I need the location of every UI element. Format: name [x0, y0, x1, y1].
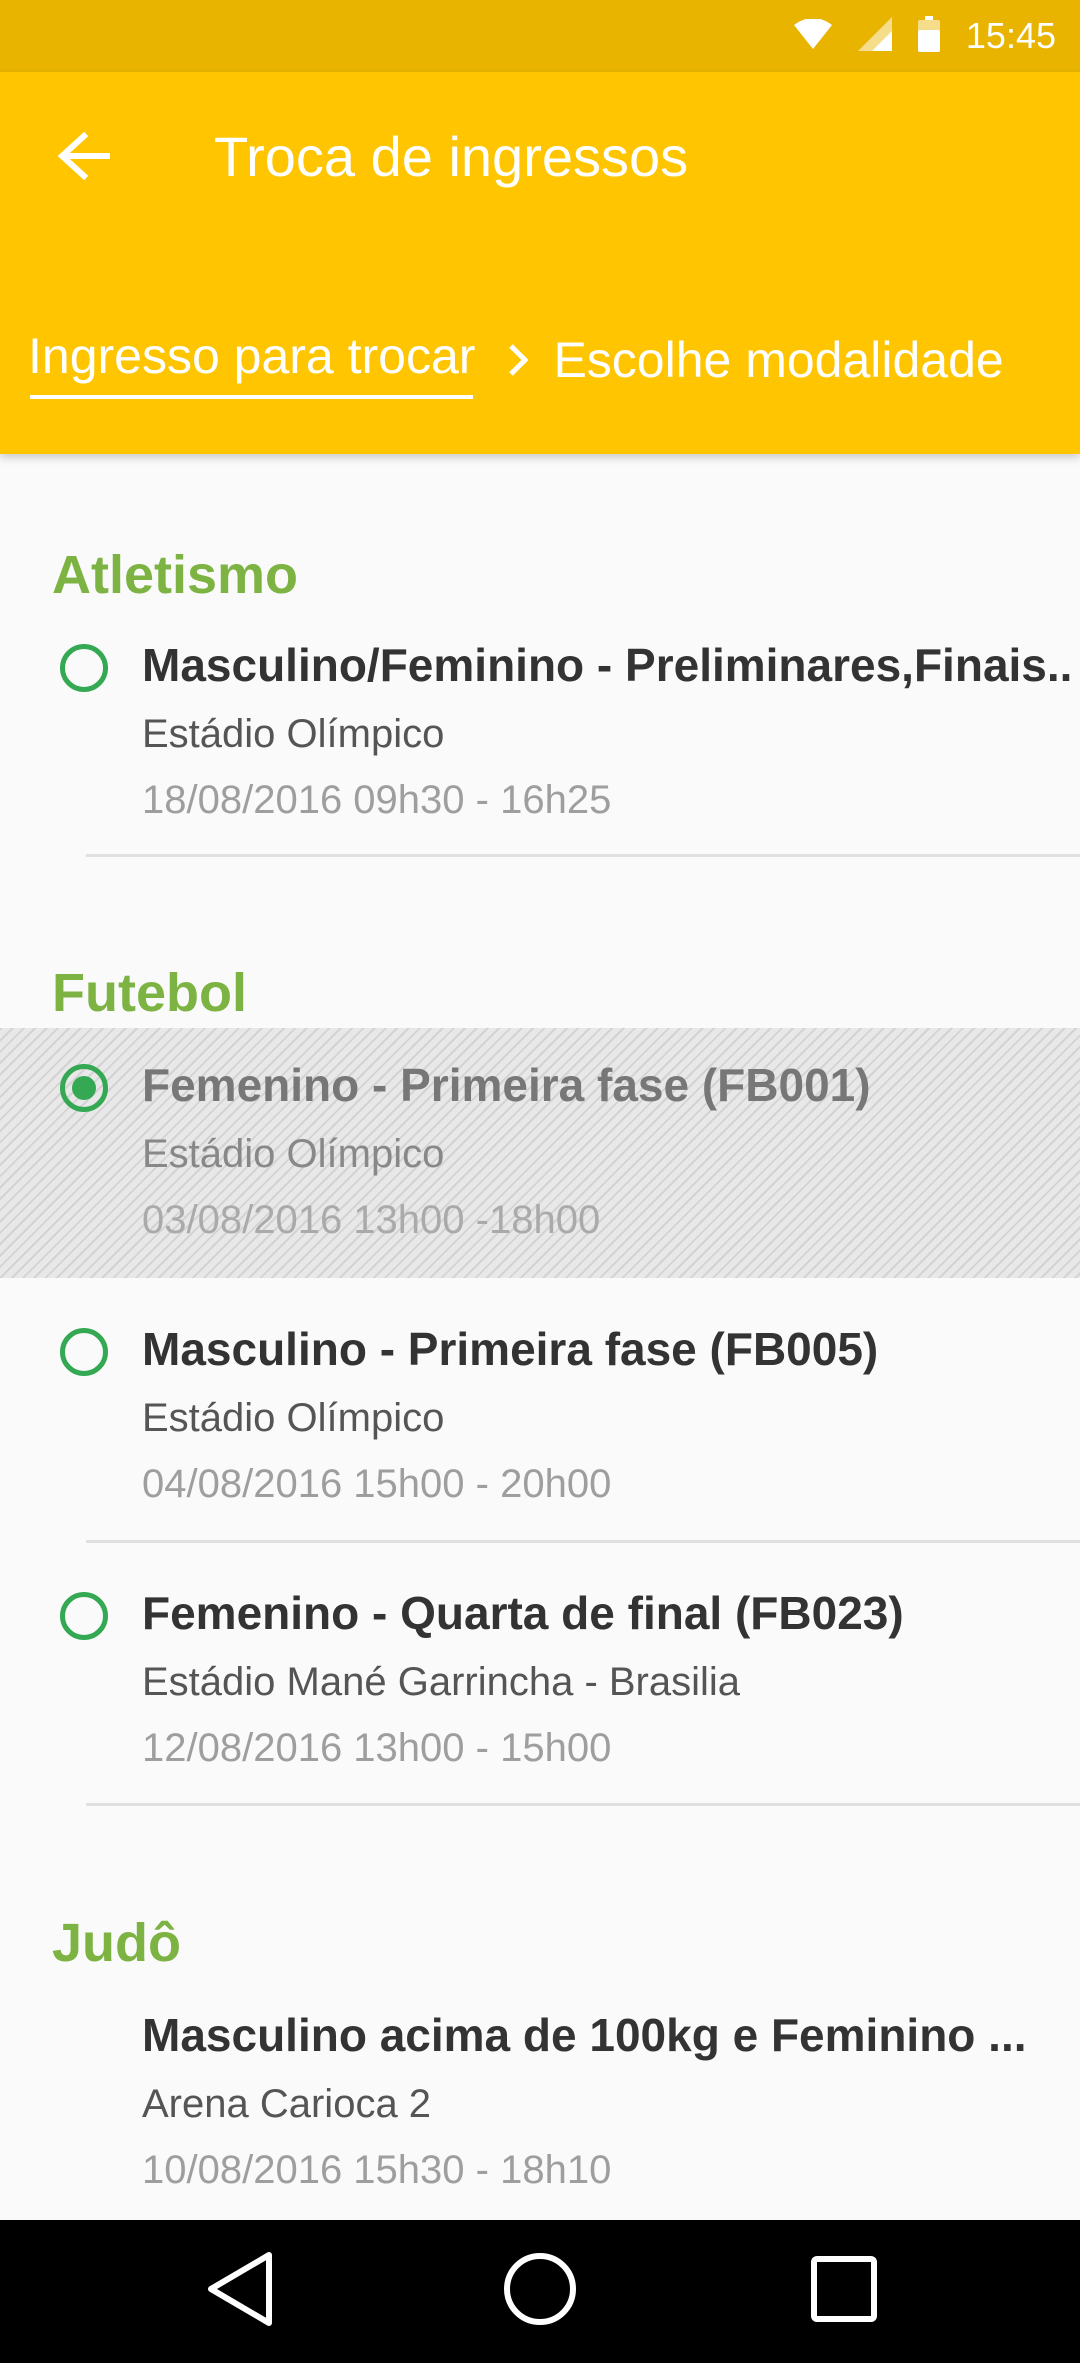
nav-recents-icon: [811, 2256, 877, 2327]
status-time: 15:45: [965, 15, 1056, 56]
step-escolhe-modalidade[interactable]: Escolhe modalidade: [553, 331, 1003, 389]
nav-recents-button[interactable]: [764, 2220, 924, 2363]
event-title: Masculino - Primeira fase (FB005): [142, 1323, 879, 1375]
nav-home-button[interactable]: [460, 2220, 620, 2363]
divider: [86, 1540, 1080, 1543]
event-item[interactable]: Masculino - Primeira fase (FB005) Estádi…: [0, 1304, 1080, 1554]
event-list: Atletismo Masculino/Feminino - Prelimina…: [0, 454, 1080, 2220]
radio-button[interactable]: [60, 1328, 108, 1376]
divider: [86, 854, 1080, 857]
event-venue: Estádio Mané Garrincha - Brasilia: [142, 1660, 741, 1704]
chevron-right-icon: [507, 342, 529, 378]
section-title-atletismo: Atletismo: [52, 545, 299, 605]
navigation-bar: [0, 2220, 1080, 2363]
event-item[interactable]: Femenino - Quarta de final (FB023) Estád…: [0, 1568, 1080, 1818]
nav-back-icon: [205, 2251, 275, 2332]
event-date: 12/08/2016 13h00 - 15h00: [142, 1726, 612, 1770]
wifi-icon: [793, 17, 832, 54]
step-ingresso-para-trocar[interactable]: Ingresso para trocar: [28, 327, 475, 399]
event-venue: Arena Carioca 2: [142, 2082, 432, 2126]
stepper: Ingresso para trocar Escolhe modalidade: [28, 320, 1004, 400]
event-item-selected[interactable]: Femenino - Primeira fase (FB001) Estádio…: [0, 1028, 1080, 1278]
event-date: 04/08/2016 15h00 - 20h00: [142, 1462, 612, 1506]
event-date: 10/08/2016 15h30 - 18h10: [142, 2148, 612, 2192]
page-title: Troca de ingressos: [214, 125, 689, 188]
back-arrow-icon: [57, 131, 111, 185]
nav-back-button[interactable]: [160, 2220, 320, 2363]
battery-icon: [917, 15, 940, 57]
event-item[interactable]: Masculino/Feminino - Preliminares,Finais…: [0, 620, 1080, 870]
radio-button[interactable]: [60, 644, 108, 692]
radio-dot: [72, 1076, 96, 1100]
section-title-judo: Judô: [52, 1913, 181, 1973]
radio-button[interactable]: [60, 1592, 108, 1640]
status-bar: 15:45: [0, 0, 1080, 72]
section-title-futebol: Futebol: [52, 963, 247, 1023]
nav-home-icon: [502, 2251, 578, 2332]
event-title: Femenino - Quarta de final (FB023): [142, 1587, 904, 1639]
radio-button-selected[interactable]: [60, 1064, 108, 1112]
divider: [86, 1803, 1080, 1806]
event-date: 03/08/2016 13h00 -18h00: [142, 1198, 601, 1242]
event-title: Masculino/Feminino - Preliminares,Finais…: [142, 639, 1072, 691]
event-date: 18/08/2016 09h30 - 16h25: [142, 778, 612, 822]
back-button[interactable]: [42, 116, 126, 200]
signal-icon: [857, 16, 892, 56]
event-venue: Estádio Olímpico: [142, 1132, 445, 1176]
event-title: Femenino - Primeira fase (FB001): [142, 1059, 871, 1111]
app-bar: Troca de ingressos Ingresso para trocar …: [0, 72, 1080, 454]
event-item[interactable]: Masculino acima de 100kg e Feminino ... …: [0, 1990, 1080, 2220]
event-title: Masculino acima de 100kg e Feminino ...: [142, 2009, 1027, 2061]
event-venue: Estádio Olímpico: [142, 1396, 445, 1440]
event-venue: Estádio Olímpico: [142, 712, 445, 756]
